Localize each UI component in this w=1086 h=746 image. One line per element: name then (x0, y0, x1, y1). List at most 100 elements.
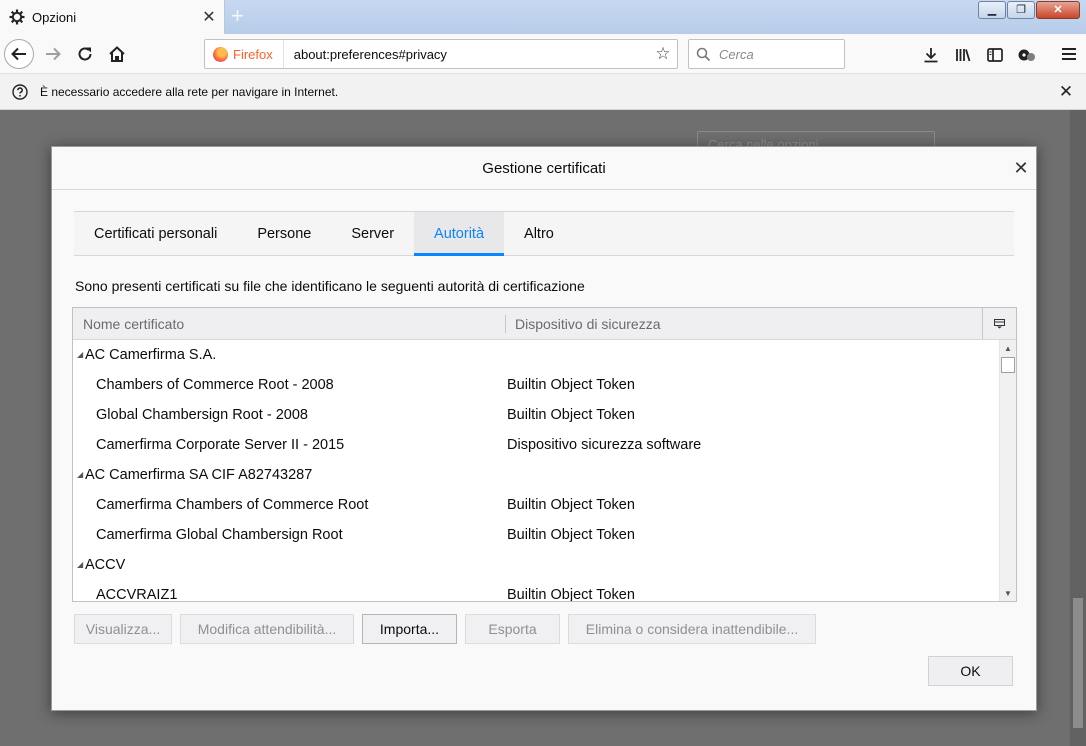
tree-row[interactable]: Camerfirma Corporate Server II - 2015 Dis… (73, 430, 1016, 460)
edit-trust-button[interactable]: Modifica attendibilità... (180, 614, 354, 644)
security-device-cell: Dispositivo sicurezza software (507, 437, 702, 453)
reload-icon (78, 47, 92, 61)
certificate-name: Camerfirma Chambers of Commerce Root (96, 497, 369, 513)
tab-people[interactable]: Persone (237, 212, 331, 255)
twisty-expanded-icon[interactable]: ◢ (77, 560, 85, 569)
plus-icon: + (231, 3, 244, 28)
column-picker-icon (994, 318, 1005, 328)
delete-distrust-button[interactable]: Elimina o considera inattendibile... (568, 614, 816, 644)
navigation-toolbar: Firefox about:preferences#privacy ☆ (0, 34, 1086, 74)
library-icon (956, 49, 971, 62)
twisty-expanded-icon[interactable]: ◢ (77, 470, 85, 479)
url-bar[interactable]: Firefox about:preferences#privacy ☆ (204, 39, 678, 69)
help-circle-icon (12, 83, 28, 100)
certificate-name-cell: Camerfirma Chambers of Commerce Root (73, 497, 507, 513)
url-text[interactable]: about:preferences#privacy (284, 47, 649, 62)
export-button[interactable]: Esporta (465, 614, 560, 644)
tree-group-row[interactable]: ◢ ACCV (73, 550, 1016, 580)
hamburger-menu-icon[interactable] (1062, 45, 1076, 63)
import-button[interactable]: Importa... (362, 614, 457, 644)
minimize-icon: ▁ (987, 3, 997, 16)
tab-title: Opzioni (32, 9, 77, 25)
downloads-button[interactable] (920, 44, 942, 66)
certificate-name-cell: Global Chambersign Root - 2008 (73, 407, 507, 423)
certificate-tree[interactable]: Nome certificato Dispositivo di sicurezz… (72, 307, 1017, 602)
back-arrow-icon (11, 47, 26, 61)
tab-others[interactable]: Altro (504, 212, 574, 255)
window-close-button[interactable]: ✕ (1036, 1, 1080, 19)
tree-group-row[interactable]: ◢ AC Camerfirma S.A. (73, 340, 1016, 370)
identity-label: Firefox (233, 46, 273, 62)
certificate-name: ACCVRAIZ1 (96, 587, 178, 602)
tree-header: Nome certificato Dispositivo di sicurezz… (73, 308, 1016, 340)
new-tab-button[interactable]: + (231, 3, 244, 29)
certificate-name-cell: Camerfirma Global Chambersign Root (73, 527, 507, 543)
notification-close-icon[interactable]: ✕ (1046, 82, 1086, 102)
security-device-cell: Builtin Object Token (507, 587, 635, 602)
twisty-expanded-icon[interactable]: ◢ (77, 350, 85, 359)
tab-strip: Opzioni ✕ + ▁ ❐ ✕ (0, 0, 1086, 34)
authorities-description: Sono presenti certificati su file che id… (75, 278, 585, 294)
certificate-name: AC Camerfirma SA CIF A82743287 (85, 467, 313, 483)
extension-button[interactable] (1016, 44, 1038, 66)
back-button[interactable] (4, 39, 34, 69)
ok-button[interactable]: OK (928, 656, 1013, 686)
certificate-name: AC Camerfirma S.A. (85, 347, 217, 363)
bookmark-star-icon[interactable]: ☆ (649, 44, 677, 64)
tree-body: ◢ AC Camerfirma S.A. Chambers of Commerce … (73, 340, 1016, 602)
tree-scrollbar-thumb[interactable] (1001, 357, 1015, 373)
tree-row[interactable]: ACCVRAIZ1 Builtin Object Token (73, 580, 1016, 602)
certificate-name-cell: ◢ AC Camerfirma S.A. (73, 347, 507, 363)
view-button[interactable]: Visualizza... (74, 614, 172, 644)
tree-row[interactable]: Chambers of Commerce Root - 2008 Builtin … (73, 370, 1016, 400)
library-button[interactable] (952, 44, 974, 66)
tree-row[interactable]: Global Chambersign Root - 2008 Builtin Ob… (73, 400, 1016, 430)
dialog-title: Gestione certificati (52, 147, 1036, 190)
captive-portal-notification: È necessario accedere alla rete per navi… (0, 74, 1086, 110)
tab-opzioni[interactable]: Opzioni ✕ (0, 0, 225, 34)
forward-button[interactable] (38, 39, 68, 69)
column-header-name[interactable]: Nome certificato (73, 314, 506, 333)
column-header-device[interactable]: Dispositivo di sicurezza (506, 316, 1016, 332)
certificate-name-cell: Chambers of Commerce Root - 2008 (73, 377, 507, 393)
identity-box[interactable]: Firefox (205, 40, 284, 68)
restore-icon: ❐ (1016, 3, 1026, 16)
certificate-name: Camerfirma Corporate Server II - 2015 (96, 437, 345, 453)
dialog-close-icon[interactable]: ✕ (1010, 157, 1032, 179)
search-bar[interactable] (688, 39, 845, 69)
tree-row[interactable]: Camerfirma Global Chambersign Root Builti… (73, 520, 1016, 550)
tab-authorities[interactable]: Autorità (414, 212, 505, 256)
extension-icon (1018, 49, 1035, 61)
security-device-cell: Builtin Object Token (507, 377, 635, 393)
restore-button[interactable]: ❐ (1007, 1, 1035, 19)
reload-button[interactable] (70, 39, 100, 69)
close-icon: ✕ (1053, 3, 1063, 16)
page-scrollbar-thumb[interactable] (1073, 598, 1083, 728)
download-icon (924, 48, 938, 63)
tree-rows: ◢ AC Camerfirma S.A. Chambers of Commerce … (73, 340, 1016, 602)
scroll-up-arrow-icon[interactable]: ▲ (1000, 340, 1016, 357)
tab-personal-certificates[interactable]: Certificati personali (74, 212, 237, 255)
tab-close-icon[interactable]: ✕ (194, 7, 224, 27)
tree-row[interactable]: Camerfirma Chambers of Commerce Root Buil… (73, 490, 1016, 520)
certificate-name-cell: ◢ AC Camerfirma SA CIF A82743287 (73, 467, 507, 483)
security-device-cell: Builtin Object Token (507, 407, 635, 423)
tree-scrollbar[interactable]: ▲ ▼ (999, 340, 1016, 601)
sidebar-button[interactable] (984, 44, 1006, 66)
minimize-button[interactable]: ▁ (978, 1, 1006, 19)
tree-group-row[interactable]: ◢ AC Camerfirma SA CIF A82743287 (73, 460, 1016, 490)
notification-message: È necessario accedere alla rete per navi… (40, 84, 339, 99)
certificate-name: Global Chambersign Root - 2008 (96, 407, 308, 423)
certificate-name-cell: Camerfirma Corporate Server II - 2015 (73, 437, 507, 453)
scroll-down-arrow-icon[interactable]: ▼ (1000, 585, 1016, 601)
home-button[interactable] (102, 39, 132, 69)
search-input[interactable] (717, 45, 837, 63)
security-device-cell: Builtin Object Token (507, 527, 635, 543)
forward-arrow-icon (46, 47, 61, 61)
certificate-name: Camerfirma Global Chambersign Root (96, 527, 343, 543)
certificate-name-cell: ACCVRAIZ1 (73, 587, 507, 602)
page-scrollbar[interactable] (1070, 110, 1086, 746)
column-picker-button[interactable] (982, 308, 1016, 339)
gear-icon (9, 9, 25, 25)
tab-servers[interactable]: Server (331, 212, 414, 255)
